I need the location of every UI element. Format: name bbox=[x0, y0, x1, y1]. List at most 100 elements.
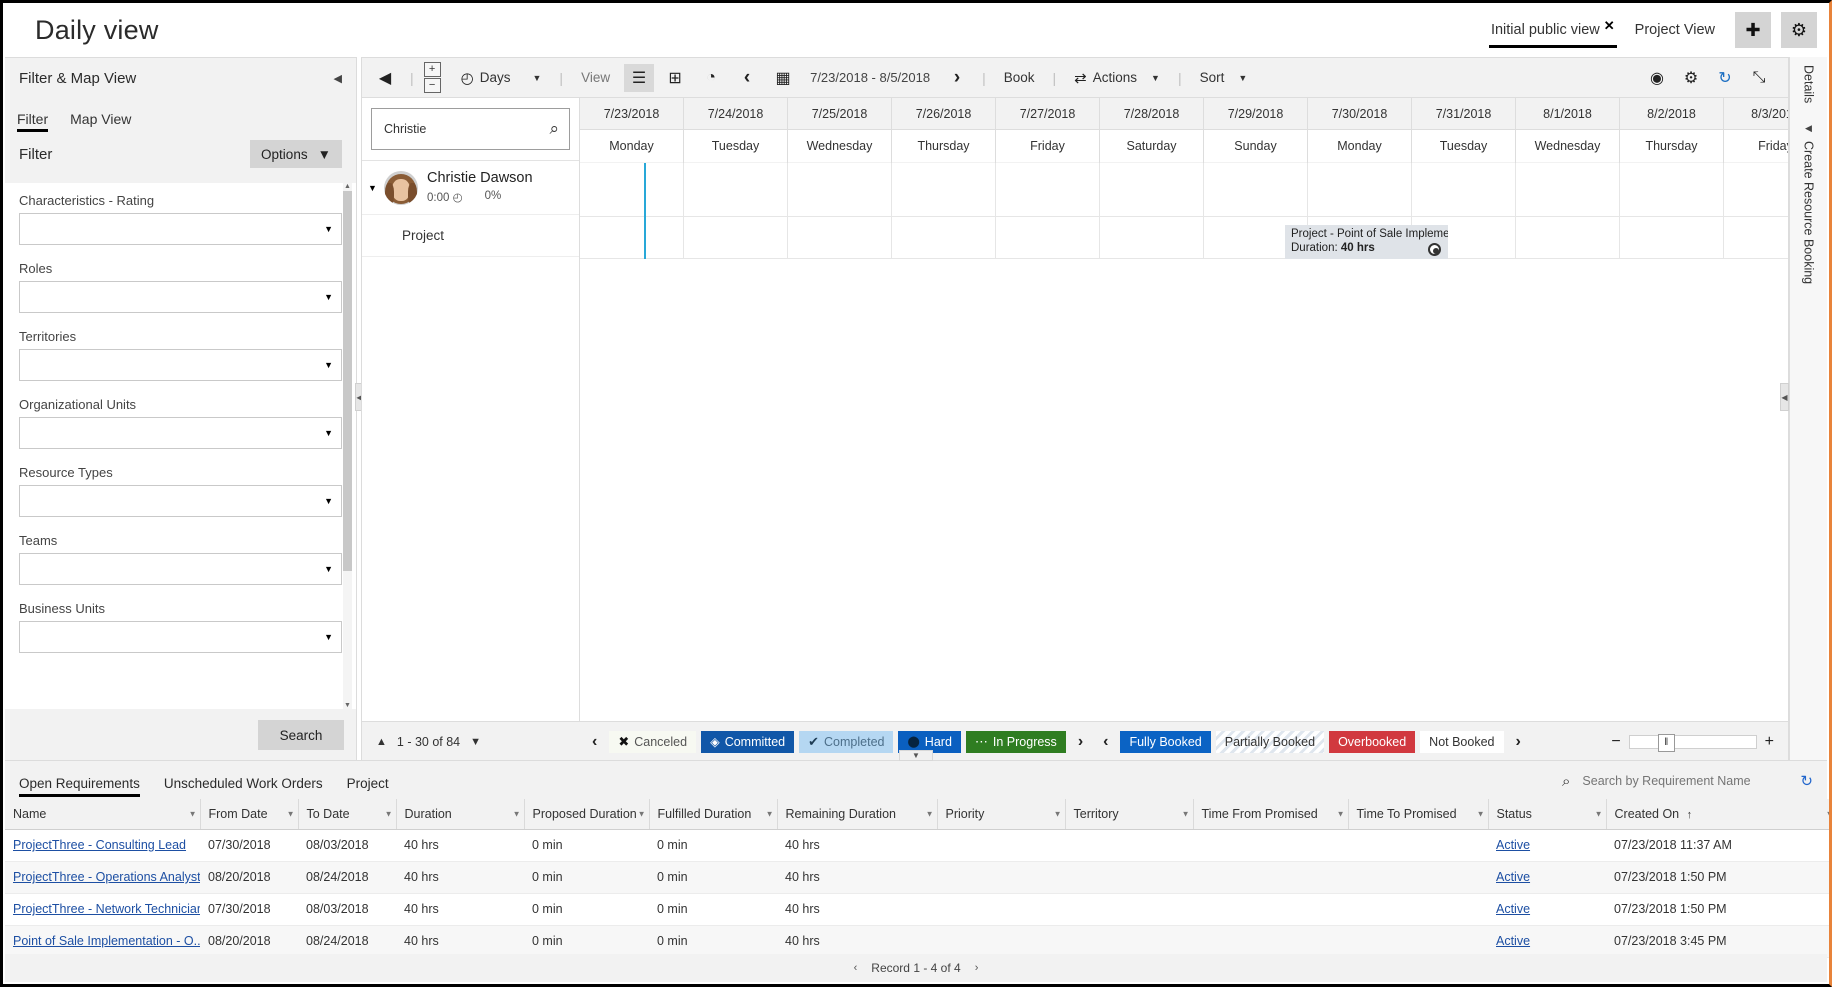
booking-legend-prev-icon[interactable]: ‹ bbox=[1095, 733, 1116, 751]
page-down-icon[interactable]: ▼ bbox=[470, 736, 481, 748]
cell-name[interactable]: ProjectThree - Operations Analyst bbox=[5, 861, 200, 893]
close-icon[interactable]: ✕ bbox=[1604, 19, 1615, 32]
filter-icon[interactable]: ▼ bbox=[766, 809, 774, 818]
filter-icon[interactable]: ▼ bbox=[189, 809, 197, 818]
gear-icon[interactable]: ⚙ bbox=[1676, 64, 1706, 92]
zoom-stepper[interactable]: + − bbox=[424, 62, 441, 93]
filter-icon[interactable]: ▼ bbox=[926, 809, 934, 818]
column-header-from-date[interactable]: From Date ▼ bbox=[200, 799, 298, 829]
characteristics-rating-input[interactable]: ▼ bbox=[19, 213, 342, 245]
expand-caret-icon[interactable]: ▼ bbox=[368, 183, 384, 193]
timeline-resource-row[interactable] bbox=[580, 163, 1788, 217]
cell-status[interactable]: Active bbox=[1488, 829, 1606, 861]
settings-button[interactable]: ⚙ bbox=[1781, 12, 1817, 48]
actions-dropdown[interactable]: ⇄ Actions ▼ bbox=[1066, 63, 1168, 93]
resource-child-row-project[interactable]: Project bbox=[362, 214, 579, 256]
collapse-right-icon[interactable]: ◀ bbox=[1790, 123, 1827, 134]
filter-icon[interactable]: ▼ bbox=[287, 809, 295, 818]
calendar-icon[interactable]: ▦ bbox=[768, 64, 798, 92]
cell-name[interactable]: ProjectThree - Consulting Lead bbox=[5, 829, 200, 861]
table-row[interactable]: Point of Sale Implementation - O... 08/2… bbox=[5, 925, 1832, 957]
collapse-panel-icon[interactable]: ◀ bbox=[370, 64, 400, 92]
filter-icon[interactable]: ▼ bbox=[1054, 809, 1062, 818]
cell-status[interactable]: Active bbox=[1488, 861, 1606, 893]
tab-unscheduled-work-orders[interactable]: Unscheduled Work Orders bbox=[164, 776, 323, 799]
resource-search-box[interactable]: ⌕ bbox=[371, 108, 570, 150]
scroll-up-icon[interactable]: ▲ bbox=[343, 183, 352, 190]
column-header-time-from-promised[interactable]: Time From Promised ▼ bbox=[1193, 799, 1348, 829]
view-tab-initial-public-view[interactable]: Initial public view ✕ bbox=[1481, 3, 1625, 57]
prev-page-icon[interactable]: ‹ bbox=[854, 962, 858, 974]
search-icon[interactable]: ⌕ bbox=[549, 119, 559, 139]
horizontal-splitter[interactable]: ▼ bbox=[5, 749, 1827, 761]
chevron-down-icon[interactable]: ▼ bbox=[324, 360, 333, 370]
filter-panel-scrollbar[interactable]: ▲ ▼ bbox=[343, 183, 352, 709]
booking-legend-next-icon[interactable]: › bbox=[1508, 733, 1529, 751]
resource-row-christie-dawson[interactable]: ▼ Christie Dawson 0:00 ◴ 0% bbox=[362, 160, 579, 214]
zoom-out-icon[interactable]: − bbox=[424, 78, 441, 93]
splitter-handle-icon[interactable]: ▼ bbox=[899, 750, 933, 761]
chevron-down-icon[interactable]: ▼ bbox=[324, 496, 333, 506]
zoom-out-icon[interactable]: − bbox=[1611, 733, 1620, 751]
filter-icon[interactable]: ▼ bbox=[1826, 809, 1832, 818]
tab-map-view[interactable]: Map View bbox=[70, 111, 131, 132]
search-button[interactable]: Search bbox=[258, 720, 344, 750]
create-resource-booking-toggle[interactable]: Create Resource Booking bbox=[1790, 141, 1827, 284]
requirement-search-input[interactable] bbox=[1580, 769, 1790, 793]
business-units-input[interactable]: ▼ bbox=[19, 621, 342, 653]
scroll-down-icon[interactable]: ▼ bbox=[343, 702, 352, 709]
time-scale-dropdown[interactable]: ◴ Days ▼ bbox=[453, 63, 550, 93]
chevron-down-icon[interactable]: ▼ bbox=[324, 224, 333, 234]
status-legend-next-icon[interactable]: › bbox=[1070, 733, 1091, 751]
filter-icon[interactable]: ▼ bbox=[1337, 809, 1345, 818]
filter-icon[interactable]: ▼ bbox=[1182, 809, 1190, 818]
zoom-in-icon[interactable]: + bbox=[424, 62, 441, 77]
chevron-down-icon[interactable]: ▼ bbox=[324, 564, 333, 574]
tab-open-requirements[interactable]: Open Requirements bbox=[19, 776, 140, 799]
cell-name[interactable]: Point of Sale Implementation - O... bbox=[5, 925, 200, 957]
timeline-child-row[interactable] bbox=[580, 217, 1788, 259]
prev-period-icon[interactable]: ‹ bbox=[732, 64, 762, 92]
table-row[interactable]: ProjectThree - Operations Analyst 08/20/… bbox=[5, 861, 1832, 893]
column-header-created-on[interactable]: Created On ↑ ▼ bbox=[1606, 799, 1832, 829]
teams-input[interactable]: ▼ bbox=[19, 553, 342, 585]
column-header-status[interactable]: Status ▼ bbox=[1488, 799, 1606, 829]
cell-status[interactable]: Active bbox=[1488, 925, 1606, 957]
eye-icon[interactable]: ◉ bbox=[1642, 64, 1672, 92]
column-header-duration[interactable]: Duration ▼ bbox=[396, 799, 524, 829]
page-up-icon[interactable]: ▲ bbox=[376, 736, 387, 748]
next-period-icon[interactable]: › bbox=[942, 64, 972, 92]
next-page-icon[interactable]: › bbox=[975, 962, 979, 974]
booking-block[interactable]: Project - Point of Sale Implemen Duratio… bbox=[1285, 225, 1448, 259]
column-header-territory[interactable]: Territory ▼ bbox=[1065, 799, 1193, 829]
resource-search-input[interactable] bbox=[382, 121, 549, 137]
search-icon[interactable]: ⌕ bbox=[1562, 773, 1570, 790]
territories-input[interactable]: ▼ bbox=[19, 349, 342, 381]
cell-status[interactable]: Active bbox=[1488, 893, 1606, 925]
view-tab-project-view[interactable]: Project View bbox=[1625, 3, 1725, 57]
right-splitter-handle[interactable]: ◀ bbox=[1780, 383, 1789, 411]
chevron-down-icon[interactable]: ▼ bbox=[324, 428, 333, 438]
column-header-time-to-promised[interactable]: Time To Promised ▼ bbox=[1348, 799, 1488, 829]
column-header-name[interactable]: Name ▼ bbox=[5, 799, 200, 829]
view-grid-icon[interactable]: ⊞ bbox=[660, 64, 690, 92]
filter-icon[interactable]: ▼ bbox=[1477, 809, 1485, 818]
sort-dropdown[interactable]: Sort ▼ bbox=[1192, 63, 1256, 93]
refresh-icon[interactable]: ↻ bbox=[1800, 772, 1813, 790]
scrollbar-thumb[interactable] bbox=[343, 191, 352, 571]
column-header-proposed-duration[interactable]: Proposed Duration ▼ bbox=[524, 799, 649, 829]
view-list-icon[interactable]: ☰ bbox=[624, 64, 654, 92]
expand-icon[interactable]: ⤡ bbox=[1744, 64, 1774, 92]
chevron-down-icon[interactable]: ▼ bbox=[324, 292, 333, 302]
organizational-units-input[interactable]: ▼ bbox=[19, 417, 342, 449]
status-legend-prev-icon[interactable]: ‹ bbox=[584, 733, 605, 751]
filter-icon[interactable]: ▼ bbox=[638, 809, 646, 818]
tab-project[interactable]: Project bbox=[347, 776, 389, 799]
column-header-to-date[interactable]: To Date ▼ bbox=[298, 799, 396, 829]
filter-icon[interactable]: ▼ bbox=[1595, 809, 1603, 818]
tab-filter[interactable]: Filter bbox=[17, 111, 48, 132]
details-pane-toggle[interactable]: Details bbox=[1790, 65, 1827, 103]
resource-types-input[interactable]: ▼ bbox=[19, 485, 342, 517]
table-row[interactable]: ProjectThree - Consulting Lead 07/30/201… bbox=[5, 829, 1832, 861]
roles-input[interactable]: ▼ bbox=[19, 281, 342, 313]
